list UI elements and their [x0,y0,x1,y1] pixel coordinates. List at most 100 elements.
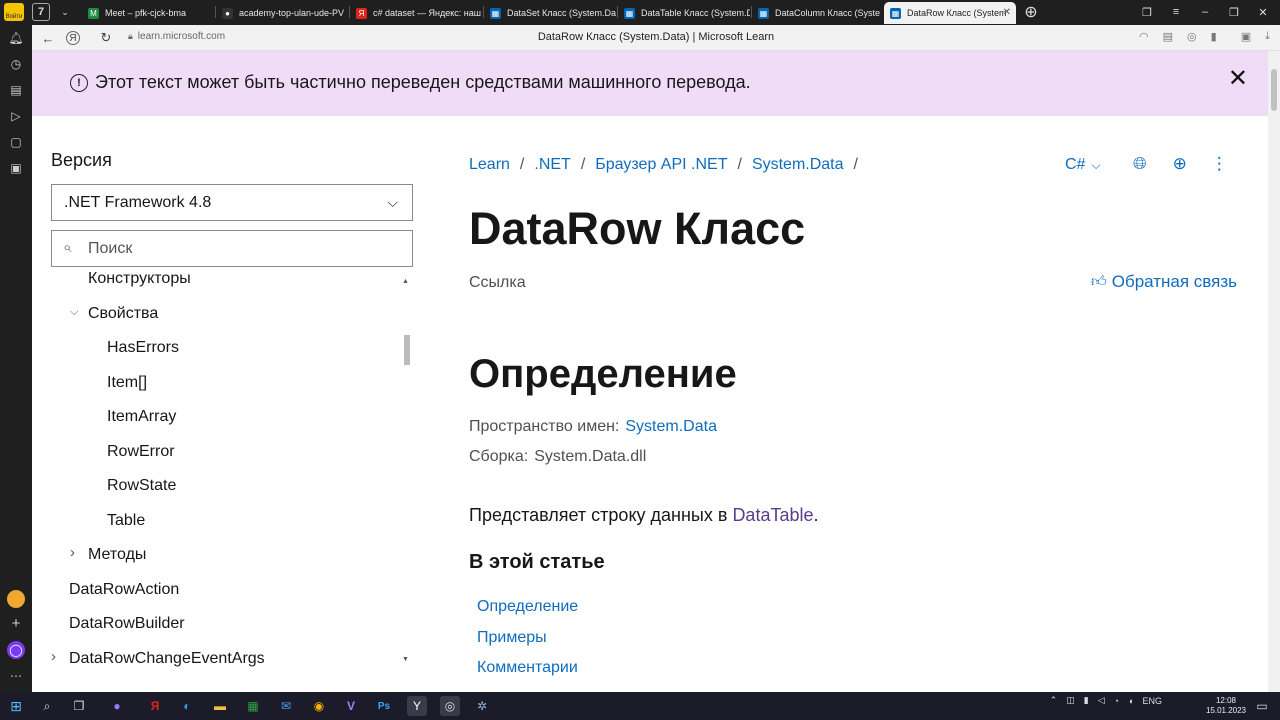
photoshop-icon[interactable]: Ps [374,696,394,716]
volume-icon[interactable]: ◖ [1128,696,1133,706]
headphones-icon[interactable]: ◠ [1139,30,1149,43]
page-scrollbar[interactable] [1268,51,1280,692]
yandex-app-icon[interactable]: Y [407,696,427,716]
clock[interactable]: 12:08 15.01.2023 [1206,696,1246,716]
breadcrumb-separator: / [580,156,586,173]
input-language[interactable]: ENG [1142,696,1162,706]
toc-item[interactable]: ItemArray [107,408,176,426]
tab-list-chevron-icon[interactable]: ⌄ [55,3,75,21]
wifi-icon[interactable]: ◔ [1114,696,1119,706]
toc-item[interactable]: DataRowAction [69,581,179,599]
alice-icon[interactable]: ◯ [7,641,25,659]
toc-item[interactable]: › DataRowChangeEventArgs [51,648,265,668]
browser-tab[interactable]: Яc# dataset — Яндекс: наш [350,2,482,24]
edge-icon[interactable]: ◐ [177,696,197,716]
more-options-icon[interactable]: ⋮ [1211,154,1228,174]
app2-icon[interactable]: ✲ [472,696,492,716]
collections-icon[interactable]: ▤ [7,81,25,99]
chevron-right-icon[interactable]: › [51,648,56,665]
toc-scrollbar[interactable]: ▲ ▼ [401,275,413,667]
breadcrumb-link[interactable]: System.Data [752,156,844,174]
collections-icon[interactable]: ▣ [1241,30,1251,43]
downloads-icon[interactable]: ⤓ [1265,30,1270,43]
globe-icon[interactable]: 🌐︎ [1133,154,1147,174]
toc-item[interactable]: HasErrors [107,339,179,357]
bell-icon[interactable]: 🔔︎ [7,29,25,47]
reader-icon[interactable]: ◎ [1187,30,1197,43]
tray-expand-icon[interactable]: ⌃ [1050,695,1058,706]
toc-item-label: DataRowBuilder [69,615,185,632]
app-icon[interactable] [7,590,25,608]
breadcrumb-link[interactable]: .NET [534,156,570,174]
chrome-icon[interactable]: ◉ [309,696,329,716]
close-tab-icon[interactable]: ✕ [1003,7,1011,18]
scroll-down-icon[interactable]: ▼ [402,656,409,663]
chevron-down-icon[interactable]: ⌵ [70,306,78,319]
folder-icon[interactable]: ▬ [210,696,230,716]
windows-start-icon[interactable]: ⊞ [6,696,26,716]
version-select[interactable]: .NET Framework 4.8 ⌵ [51,184,413,221]
more-icon[interactable]: ⋯ [7,667,25,685]
browser-tab[interactable]: ▦ DataSet Класс (System.Dat [484,2,616,24]
add-app-icon[interactable]: + [7,614,25,632]
in-article-link[interactable]: Комментарии [477,659,578,677]
yandex-login-button[interactable]: Войти [4,3,24,21]
toc-search-input[interactable]: ⌕ Поиск [51,230,413,267]
calendar-icon[interactable]: ▢ [7,133,25,151]
breadcrumb-link[interactable]: Браузер API .NET [595,156,727,174]
toc-item-label: ItemArray [107,408,177,425]
store-icon[interactable]: ▦ [243,696,263,716]
browser-tab[interactable]: ▦ DataTable Класс (System.D [618,2,750,24]
tab-count-badge[interactable]: 7 [32,3,50,21]
obs-icon[interactable]: ◎ [440,696,460,716]
toc-item[interactable]: Table [107,512,145,530]
toc-item[interactable]: RowError [107,443,175,461]
chevron-right-icon[interactable]: › [70,544,75,561]
microphone-icon[interactable]: ▮ [1084,695,1089,706]
speaker-icon[interactable]: ◁ [1098,695,1105,706]
browser-tab[interactable]: ▦ DataColumn Класс (Syster [752,2,880,24]
in-article-link[interactable]: Определение [477,598,578,616]
toc-item-label: Конструкторы [88,270,191,287]
tab-favicon-icon: ▦ [758,7,769,19]
new-tab-button[interactable]: ⊕ [1021,3,1041,21]
translate-icon[interactable]: ▤ [1163,30,1173,43]
notifications-icon[interactable]: ▭ [1252,696,1272,716]
task-view-icon[interactable]: ❐ [69,696,89,716]
minimize-button[interactable]: – [1194,3,1216,21]
toc-item[interactable]: DataRowBuilder [69,615,185,633]
toc-item[interactable]: Item[] [107,374,147,392]
app-icon[interactable]: ● [107,696,127,716]
namespace-link[interactable]: System.Data [625,418,717,435]
toc-item[interactable]: RowState [107,477,176,495]
datatable-link[interactable]: DataTable [732,505,813,525]
language-selector[interactable]: C# ⌵ [1065,156,1101,174]
visual-studio-icon[interactable]: V [341,696,361,716]
close-window-button[interactable]: ✕ [1252,3,1274,21]
browser-tab[interactable]: M Meet – pfk-cjck-bma [82,2,214,24]
restore-button[interactable]: ❐ [1223,3,1245,21]
in-article-link[interactable]: Примеры [477,629,547,647]
banner-close-icon[interactable]: ✕ [1228,64,1248,93]
breadcrumb-link[interactable]: Learn [469,156,510,174]
toc-scrollbar-thumb[interactable] [404,335,410,365]
menu-icon[interactable]: ≡ [1165,3,1187,21]
tabs-panel-icon[interactable]: ❐ [1136,3,1158,21]
network-icon[interactable]: ◫ [1066,695,1075,706]
media-icon[interactable]: ▣ [7,159,25,177]
add-collection-icon[interactable]: ⊕ [1173,154,1187,174]
page-scrollbar-thumb[interactable] [1271,69,1277,111]
toc-item[interactable]: › Методы [70,544,146,564]
feedback-button[interactable]: 👍︎ Обратная связь [1091,272,1237,292]
mail-icon[interactable]: ✉ [276,696,296,716]
search-icon[interactable]: ⌕ [37,696,57,716]
history-icon[interactable]: ◷ [7,55,25,73]
play-icon[interactable]: ▷ [7,107,25,125]
yandex-browser-icon[interactable]: Я [145,696,165,716]
toc-item[interactable]: ⌵ Свойства [70,305,158,323]
browser-tab[interactable]: ▦ DataRow Класс (System ✕ [884,2,1016,24]
bookmark-icon[interactable]: ▮ [1211,30,1217,43]
toc-item[interactable]: Конструкторы [88,270,191,288]
browser-tab[interactable]: ● academy-top-ulan-ude-PV [216,2,348,24]
scroll-up-icon[interactable]: ▲ [402,278,409,285]
